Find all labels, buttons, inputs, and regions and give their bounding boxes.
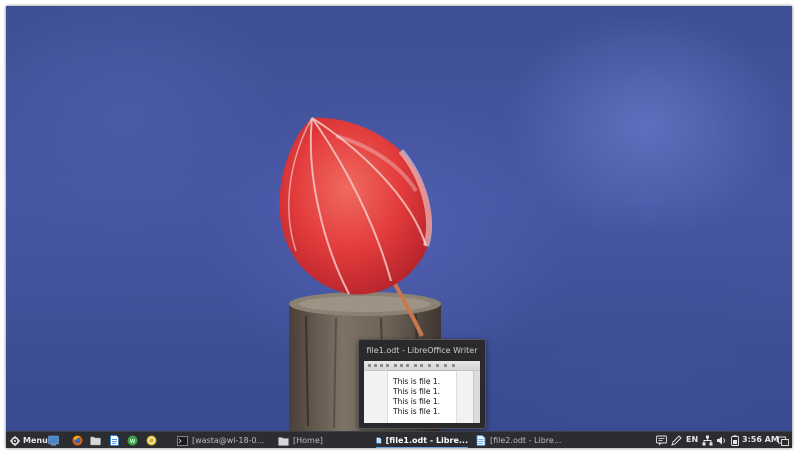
chat-icon[interactable] <box>656 435 667 446</box>
task-label: [file2.odt - Libre... <box>490 436 562 445</box>
task-terminal[interactable]: [wasta@wl-18-0... <box>177 433 269 448</box>
document-text-line: This is file 1. <box>393 387 441 396</box>
clock[interactable]: 3:56 AM <box>742 435 779 444</box>
menu-label: Menu <box>23 436 48 445</box>
window-preview-popup[interactable]: file1.odt - LibreOffice Writer This is f… <box>358 339 486 429</box>
task-label: [Home] <box>293 436 323 445</box>
files-icon[interactable] <box>90 435 101 446</box>
terminal-icon <box>177 435 188 446</box>
document-icon <box>476 435 486 446</box>
folder-icon <box>278 436 289 446</box>
document-text-line: This is file 1. <box>393 377 441 386</box>
document-text-line: This is file 1. <box>393 407 441 416</box>
task-label: [wasta@wl-18-0... <box>192 436 265 445</box>
battery-icon[interactable] <box>730 435 740 446</box>
windows-list-icon[interactable] <box>778 435 789 446</box>
task-file1-writer[interactable]: [file1.odt - Libre... <box>376 433 468 448</box>
thumbnail-page: This is file 1. This is file 1. This is … <box>388 371 456 423</box>
task-file2-writer[interactable]: [file2.odt - Libre... <box>476 433 570 448</box>
writer-icon[interactable] <box>109 435 120 446</box>
desktop-wallpaper[interactable]: file1.odt - LibreOffice Writer This is f… <box>6 6 792 431</box>
firefox-icon[interactable] <box>72 435 83 446</box>
taskbar: Menu w [wasta@wl-18-0... [Home] [file1.o… <box>6 431 792 448</box>
document-text-line: This is file 1. <box>393 397 441 406</box>
preview-thumbnail[interactable]: This is file 1. This is file 1. This is … <box>364 361 480 423</box>
preview-title: file1.odt - LibreOffice Writer <box>366 346 478 355</box>
volume-icon[interactable] <box>716 435 727 446</box>
thumbnail-sidebar <box>473 371 480 423</box>
paratext-icon[interactable] <box>146 435 157 446</box>
wasta-icon[interactable]: w <box>127 435 138 446</box>
menu-button[interactable]: Menu <box>10 432 48 448</box>
network-icon[interactable] <box>702 435 713 446</box>
desktop-screen: file1.odt - LibreOffice Writer This is f… <box>6 6 792 448</box>
svg-text:w: w <box>130 437 136 445</box>
gear-icon <box>10 435 20 446</box>
pen-icon[interactable] <box>671 435 682 446</box>
task-home-folder[interactable]: [Home] <box>278 433 338 448</box>
task-label: [file1.odt - Libre... <box>385 436 468 445</box>
thumbnail-toolbar <box>364 361 480 371</box>
show-desktop-icon[interactable] <box>48 435 59 446</box>
document-icon <box>376 437 382 444</box>
keyboard-language[interactable]: EN <box>686 435 698 444</box>
